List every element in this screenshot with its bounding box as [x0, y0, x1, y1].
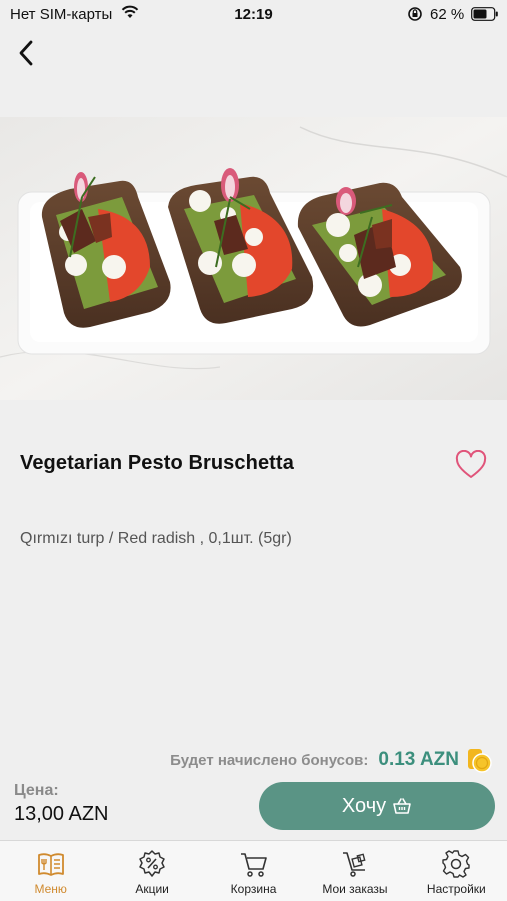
tab-menu[interactable]: Меню — [0, 841, 101, 901]
bonus-label: Будет начислено бонусов: — [170, 751, 369, 769]
favorite-heart-icon[interactable] — [455, 450, 487, 480]
product-title: Vegetarian Pesto Bruschetta — [20, 452, 294, 474]
coins-icon — [468, 749, 492, 773]
battery-percent: 62 % — [430, 6, 465, 23]
product-description: Qırmızı turp / Red radish , 0,1шт. (5gr) — [20, 530, 292, 547]
tab-label: Корзина — [230, 882, 277, 896]
tab-bar: Меню Акции Корзина Мои заказы Настройки — [0, 840, 507, 901]
orders-trolley-icon — [342, 852, 366, 877]
menu-book-icon — [37, 853, 64, 876]
tab-label: Меню — [34, 882, 67, 896]
gear-icon — [442, 850, 471, 878]
back-chevron-icon[interactable] — [12, 38, 42, 68]
tab-settings[interactable]: Настройки — [406, 841, 507, 901]
product-photo — [0, 117, 507, 400]
status-bar: Нет SIM-карты 12:19 62 % — [0, 0, 507, 30]
tab-label: Мои заказы — [322, 882, 388, 896]
tab-promotions[interactable]: Акции — [101, 841, 202, 901]
bonus-row: Будет начислено бонусов: 0.13 AZN — [170, 747, 493, 773]
price-label: Цена: — [14, 782, 59, 799]
tab-label: Настройки — [426, 882, 486, 896]
tab-cart[interactable]: Корзина — [203, 841, 304, 901]
bonus-value: 0.13 AZN — [378, 749, 459, 770]
rotation-lock-icon — [408, 7, 422, 21]
want-button[interactable]: Хочу — [259, 782, 495, 830]
tab-my-orders[interactable]: Мои заказы — [304, 841, 405, 901]
tab-label: Акции — [135, 882, 169, 896]
basket-icon — [393, 798, 411, 814]
cart-icon — [240, 853, 267, 877]
discount-icon — [139, 850, 165, 877]
price-value: 13,00 AZN — [14, 803, 109, 825]
want-button-label: Хочу — [341, 794, 387, 817]
battery-icon — [471, 7, 498, 21]
